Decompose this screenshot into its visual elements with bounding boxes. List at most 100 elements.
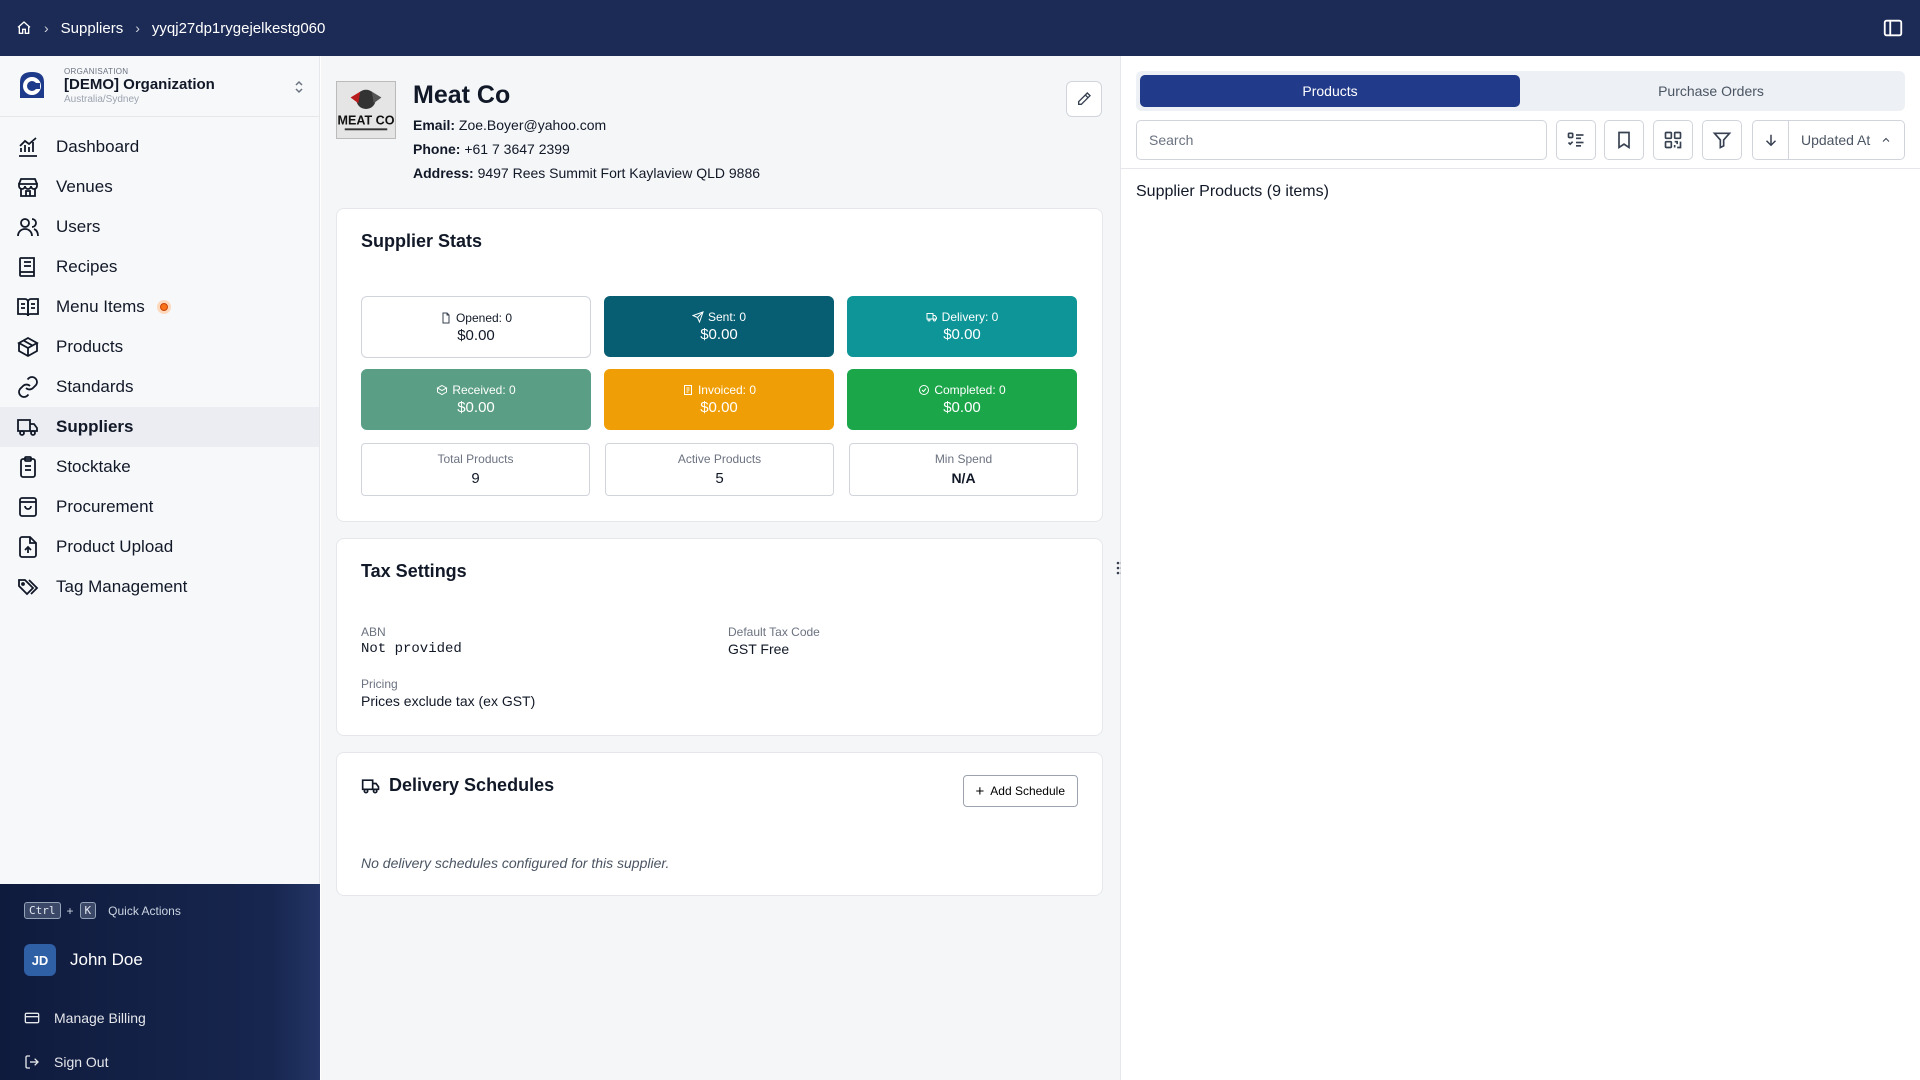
truck-icon [361, 778, 380, 793]
scan-button[interactable] [1653, 120, 1693, 160]
sidebar-item-users[interactable]: Users [0, 207, 319, 247]
stat-opened: Opened: 0 $0.00 [361, 296, 591, 358]
send-icon [691, 311, 704, 323]
filter-button[interactable] [1702, 120, 1742, 160]
manage-billing-label: Manage Billing [54, 1010, 146, 1026]
sidebar-item-label: Suppliers [56, 417, 134, 436]
user-name: John Doe [70, 950, 143, 969]
supplier-logo-text: MEAT CO [338, 113, 395, 127]
quick-actions[interactable]: Ctrl + K Quick Actions [24, 902, 181, 919]
sign-out-link[interactable]: Sign Out [24, 1054, 108, 1070]
sidebar-item-label: Procurement [56, 497, 154, 516]
org-logo-icon [20, 72, 44, 98]
truck-icon [926, 313, 937, 322]
tab-products[interactable]: Products [1140, 75, 1520, 107]
quick-actions-label: Quick Actions [108, 903, 181, 918]
chevron-up-icon [1882, 137, 1890, 142]
stat-completed: Completed: 0 $0.00 [847, 369, 1077, 430]
truck-icon [17, 419, 38, 436]
sidebar-item-label: Venues [56, 177, 113, 196]
sidebar-item-label: Products [56, 337, 124, 356]
credit-card-icon [24, 1012, 40, 1024]
sort-direction-button[interactable] [1753, 121, 1789, 159]
org-caption: ORGANISATION [64, 67, 129, 76]
org-name: [DEMO] Organization [64, 76, 215, 93]
sidebar-toggle-icon[interactable] [1882, 17, 1904, 39]
sidebar-item-procurement[interactable]: Procurement [0, 487, 319, 527]
home-icon[interactable] [16, 20, 32, 36]
bookmark-icon [1618, 131, 1630, 150]
org-timezone: Australia/Sydney [64, 94, 140, 105]
supplier-products-panel: Products Purchase Orders Updated At Supp… [1121, 56, 1920, 1080]
org-switcher[interactable]: ORGANISATION [DEMO] Organization Austral… [0, 56, 319, 117]
panel-tabs: Products Purchase Orders [1136, 71, 1905, 111]
total-products: Total Products 9 [361, 443, 590, 496]
check-circle-icon [919, 385, 930, 395]
kbd-ctrl: Ctrl [24, 902, 61, 919]
supplier-name: Meat Co [413, 81, 511, 109]
supplier-email: Email: Zoe.Boyer@yahoo.com [413, 117, 607, 133]
tax-settings-card: Tax Settings ABN Not provided Default Ta… [336, 538, 1103, 736]
store-icon [18, 178, 38, 197]
sidebar-item-label: Dashboard [56, 137, 140, 156]
edit-supplier-button[interactable] [1066, 81, 1102, 117]
sidebar-item-venues[interactable]: Venues [0, 167, 319, 207]
delivery-schedules-card: Delivery Schedules + Add Schedule No del… [336, 752, 1103, 896]
chevron-updown-icon [295, 80, 303, 94]
user-menu[interactable]: JD John Doe [24, 944, 143, 976]
sort-field-select[interactable]: Updated At [1789, 121, 1904, 159]
empty-schedules-text: No delivery schedules configured for thi… [361, 855, 670, 871]
supplier-header: MEAT CO Meat Co Email: Zoe.Boyer@yahoo.c… [336, 81, 1102, 181]
sidebar-item-suppliers[interactable]: Suppliers [0, 407, 319, 447]
abn-value: Not provided [361, 641, 462, 657]
sidebar-item-tag-management[interactable]: Tag Management [0, 567, 319, 607]
supplier-address: Address: 9497 Rees Summit Fort Kaylaview… [413, 165, 761, 181]
manage-billing-link[interactable]: Manage Billing [24, 1010, 146, 1026]
supplier-stats-card: Supplier Stats Opened: 0 $0.00 Sent: 0 $… [336, 208, 1103, 522]
sidebar-item-standards[interactable]: Standards [0, 367, 319, 407]
sidebar-item-product-upload[interactable]: Product Upload [0, 527, 319, 567]
sidebar-item-label: Standards [56, 377, 134, 396]
min-spend: Min Spend N/A [849, 443, 1078, 496]
upload-icon [19, 536, 37, 558]
sidebar-item-label: Tag Management [56, 577, 188, 596]
invoice-icon [683, 385, 692, 395]
sidebar-item-label: Stocktake [56, 457, 131, 476]
plus-icon: + [975, 782, 985, 800]
abn-label: ABN [361, 625, 386, 639]
tax-code-value: GST Free [728, 641, 790, 657]
top-bar: › Suppliers › yyqj27dp1rygejelkestg060 [0, 0, 1920, 56]
link-icon [18, 376, 38, 398]
arrow-down-icon [1765, 134, 1776, 147]
stat-sent: Sent: 0 $0.00 [604, 296, 834, 357]
sidebar-item-label: Recipes [56, 257, 118, 276]
sidebar-footer: Ctrl + K Quick Actions JD John Doe Manag… [0, 884, 320, 1080]
supplier-phone: Phone: +61 7 3647 2399 [413, 141, 570, 157]
tags-icon [18, 579, 39, 596]
stat-delivery: Delivery: 0 $0.00 [847, 296, 1077, 357]
sidebar-item-label: Product Upload [56, 537, 174, 556]
add-schedule-button[interactable]: + Add Schedule [962, 775, 1078, 807]
breadcrumb: › Suppliers › yyqj27dp1rygejelkestg060 [16, 20, 325, 37]
sidebar-item-recipes[interactable]: Recipes [0, 247, 319, 287]
file-icon [442, 312, 450, 323]
tax-settings-title: Tax Settings [361, 561, 467, 581]
chevron-right-icon: › [44, 20, 49, 36]
sidebar-nav: Dashboard Venues Users Recipes Menu Item… [0, 117, 319, 607]
search-input[interactable] [1136, 120, 1547, 160]
supplier-detail: MEAT CO Meat Co Email: Zoe.Boyer@yahoo.c… [321, 56, 1120, 1080]
sidebar: ORGANISATION [DEMO] Organization Austral… [0, 56, 320, 1080]
tab-purchase-orders[interactable]: Purchase Orders [1521, 75, 1901, 107]
menu-book-icon [17, 298, 39, 317]
logout-icon [25, 1055, 39, 1069]
breadcrumb-suppliers[interactable]: Suppliers [61, 20, 124, 37]
list-view-button[interactable] [1556, 120, 1596, 160]
sidebar-item-stocktake[interactable]: Stocktake [0, 447, 319, 487]
bookmark-button[interactable] [1604, 120, 1644, 160]
box-icon [436, 384, 448, 396]
sidebar-item-dashboard[interactable]: Dashboard [0, 127, 319, 167]
supplier-stats-title: Supplier Stats [361, 231, 483, 251]
sidebar-item-menu-items[interactable]: Menu Items [0, 287, 319, 327]
pricing-label: Pricing [361, 677, 398, 691]
sidebar-item-products[interactable]: Products [0, 327, 319, 367]
